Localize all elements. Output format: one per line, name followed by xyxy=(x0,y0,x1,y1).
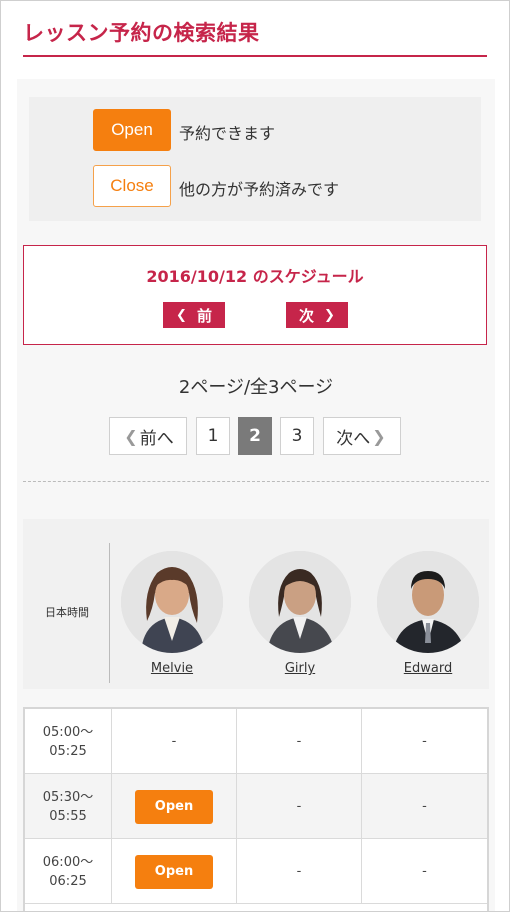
time-start: 05:30〜 xyxy=(42,789,94,805)
time-cell: 05:00〜 05:25 xyxy=(25,709,111,774)
legend-open-badge: Open xyxy=(93,109,171,151)
page-2-button-current[interactable]: 2 xyxy=(238,417,272,455)
slot-cell: - xyxy=(111,709,236,774)
slot-cell: - xyxy=(236,774,361,839)
timeslot-table: 05:00〜 05:25 - - - 05:30〜 05:55 Open - -… xyxy=(23,707,489,911)
slot-cell: - xyxy=(361,774,487,839)
legend-close-badge: Close xyxy=(93,165,171,207)
header-divider xyxy=(109,543,110,683)
time-start: 05:00〜 xyxy=(42,724,94,740)
time-end: 05:25 xyxy=(49,743,87,759)
chevron-left-icon: ❮ xyxy=(176,307,187,323)
legend-open-description: 予約できます xyxy=(179,124,276,143)
chevron-right-icon: ❯ xyxy=(324,307,335,323)
schedule-panel: 2016/10/12 のスケジュール ❮ 前 次 ❯ xyxy=(23,245,487,345)
teacher-name-link[interactable]: Edward xyxy=(377,661,479,676)
title-underline xyxy=(23,55,487,57)
chevron-left-icon: ❮ xyxy=(124,426,138,446)
table-row: 06:00〜 06:25 Open - - xyxy=(25,839,487,904)
time-start: 06:00〜 xyxy=(42,854,94,870)
next-page-button[interactable]: 次へ ❯ xyxy=(323,417,401,455)
teacher-name-link[interactable]: Girly xyxy=(249,661,351,676)
time-end: 06:25 xyxy=(49,873,87,889)
schedule-title: 2016/10/12 のスケジュール xyxy=(146,267,364,286)
slot-cell: - xyxy=(236,839,361,904)
teacher-avatar-melvie[interactable] xyxy=(121,551,223,653)
slot-cell: Open xyxy=(111,774,236,839)
page-3-button[interactable]: 3 xyxy=(280,417,314,455)
teacher-avatar-edward[interactable] xyxy=(377,551,479,653)
next-page-label: 次へ xyxy=(336,428,371,449)
next-day-label: 次 xyxy=(299,306,315,325)
time-end: 05:55 xyxy=(49,808,87,824)
page-info: 2ページ/全3ページ xyxy=(178,377,334,398)
page-1-button[interactable]: 1 xyxy=(196,417,230,455)
time-cell: 06:00〜 06:25 xyxy=(25,839,111,904)
legend-close-description: 他の方が予約済みです xyxy=(179,180,340,199)
section-divider xyxy=(23,481,489,482)
table-row: 05:00〜 05:25 - - - xyxy=(25,709,487,774)
open-slot-button[interactable]: Open xyxy=(135,789,213,824)
teacher-name-link[interactable]: Melvie xyxy=(121,661,223,676)
table-row: 05:30〜 05:55 Open - - xyxy=(25,774,487,839)
chevron-right-icon: ❯ xyxy=(372,426,386,446)
slot-cell: Open xyxy=(111,839,236,904)
page-title: レッスン予約の検索結果 xyxy=(23,21,260,45)
slot-cell: - xyxy=(236,709,361,774)
prev-page-label: 前へ xyxy=(139,428,174,449)
prev-page-button[interactable]: ❮ 前へ xyxy=(109,417,187,455)
time-cell: 05:30〜 05:55 xyxy=(25,774,111,839)
prev-day-label: 前 xyxy=(196,306,212,325)
open-slot-button[interactable]: Open xyxy=(135,854,213,889)
app-frame: レッスン予約の検索結果 Open 予約できます Close 他の方が予約済みです… xyxy=(0,0,510,912)
prev-day-button[interactable]: ❮ 前 xyxy=(163,302,225,328)
teacher-avatar-girly[interactable] xyxy=(249,551,351,653)
time-column-header: 日本時間 xyxy=(45,606,89,619)
slot-cell: - xyxy=(361,709,487,774)
next-day-button[interactable]: 次 ❯ xyxy=(286,302,348,328)
slot-cell: - xyxy=(361,839,487,904)
